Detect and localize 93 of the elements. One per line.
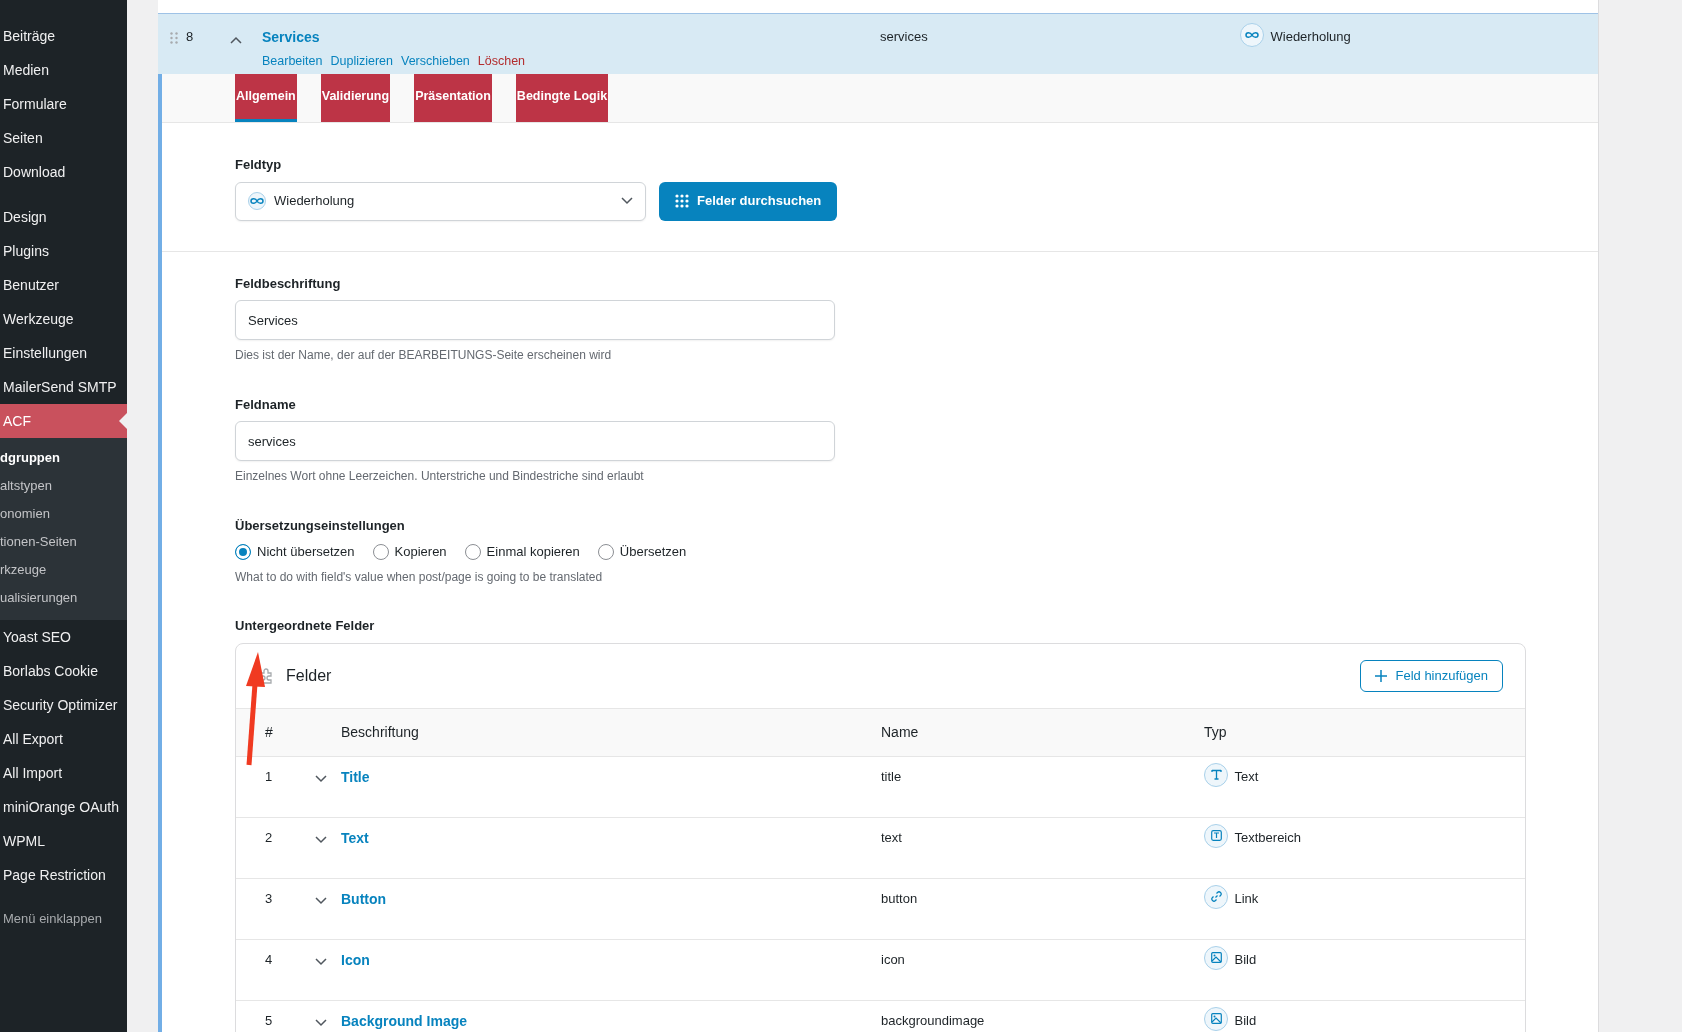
menu-item[interactable]: Beiträge: [0, 19, 127, 53]
radio-option[interactable]: Einmal kopieren: [464, 542, 580, 562]
collapse-menu-link[interactable]: Menü einklappen: [0, 903, 127, 935]
menu-item[interactable]: Benutzer: [0, 268, 127, 302]
card-title: Felder: [286, 665, 333, 686]
grid-icon: [675, 194, 689, 208]
menu-item[interactable]: Download: [0, 155, 127, 189]
submenu-item[interactable]: dgruppen: [0, 444, 127, 472]
field-label-link[interactable]: Icon: [341, 951, 370, 968]
menu-item[interactable]: Security Optimizer: [0, 688, 127, 722]
menu-item[interactable]: Yoast SEO: [0, 620, 127, 654]
column-header: Typ: [1204, 723, 1227, 740]
table-cell-text: Link: [1234, 889, 1259, 908]
submenu-item[interactable]: onomien: [0, 500, 127, 528]
menu-item[interactable]: Design: [0, 200, 127, 234]
table-cell: icon: [881, 951, 905, 967]
help-text: Einzelnes Wort ohne Leerzeichen. Unterstriche und Bindestriche sind erlaubt: [235, 468, 644, 485]
column-header: #: [265, 723, 273, 740]
field-label-link[interactable]: Button: [341, 890, 387, 907]
radio-option[interactable]: Kopieren: [372, 542, 447, 562]
menu-item[interactable]: Einstellungen: [0, 336, 127, 370]
menu-item[interactable]: Page Restriction: [0, 858, 127, 892]
table-cell: text: [881, 829, 902, 845]
menu-item[interactable]: miniOrange OAuth: [0, 790, 127, 824]
field-name: services: [880, 29, 928, 44]
field-label: Feldname: [235, 395, 296, 414]
image-icon: [1204, 1006, 1228, 1031]
text-input[interactable]: services: [235, 421, 835, 461]
field-label: Untergeordnete Felder: [235, 617, 375, 635]
menu-item[interactable]: Seiten: [0, 121, 127, 155]
field-label-link[interactable]: Title: [341, 768, 370, 785]
field-label: Feldtyp: [235, 156, 282, 174]
menu-item[interactable]: Plugins: [0, 234, 127, 268]
table-cell: 5: [265, 1012, 273, 1028]
text-box-icon: [1204, 823, 1228, 848]
tab[interactable]: Präsentation: [414, 74, 492, 122]
submenu-item[interactable]: rkzeuge: [0, 556, 127, 584]
link-icon: [1204, 884, 1228, 909]
tab[interactable]: Allgemein: [235, 74, 297, 122]
menu-item[interactable]: All Export: [0, 722, 127, 756]
submenu-item[interactable]: ualisierungen: [0, 584, 127, 612]
text-input[interactable]: Services: [235, 300, 835, 340]
table-cell-text: Bild: [1234, 1011, 1257, 1030]
chevron-down-icon: [621, 197, 633, 205]
tab[interactable]: Validierung: [320, 74, 391, 122]
add-field-button[interactable]: Feld hinzufügen: [1360, 659, 1503, 692]
table-cell: backgroundimage: [881, 1012, 985, 1028]
menu-item[interactable]: MailerSend SMTP: [0, 370, 127, 404]
field-type: Wiederholung: [1270, 28, 1351, 46]
radio-button[interactable]: [597, 543, 614, 560]
table-cell: 1: [265, 768, 273, 784]
table-cell-text: Textbereich: [1234, 828, 1301, 847]
menu-item[interactable]: ACF: [0, 404, 127, 438]
tab[interactable]: Bedingte Logik: [515, 74, 609, 122]
menu-item[interactable]: WPML: [0, 824, 127, 858]
table-cell: title: [881, 768, 902, 784]
text-icon: [1204, 762, 1228, 787]
radio-button[interactable]: [235, 543, 251, 560]
menu-item[interactable]: Werkzeuge: [0, 302, 127, 336]
field-label: Feldbeschriftung: [235, 274, 341, 293]
plus-icon: [1375, 669, 1388, 682]
radio-option[interactable]: Übersetzen: [597, 542, 687, 562]
field-label-link[interactable]: Background Image: [341, 1012, 468, 1029]
image-icon: [1204, 945, 1228, 970]
table-cell: 3: [265, 890, 273, 906]
order-number: 8: [186, 29, 194, 44]
field-label-link[interactable]: Text: [341, 829, 369, 846]
help-text: Dies ist der Name, der auf der BEARBEITUNGS-Seite erscheinen wird: [235, 347, 612, 364]
submenu-item[interactable]: tionen-Seiten: [0, 528, 127, 556]
menu-item[interactable]: Medien: [0, 53, 127, 87]
table-cell: 4: [265, 951, 273, 967]
field-label: Übersetzungseinstellungen: [235, 516, 405, 535]
radio-button[interactable]: [372, 543, 389, 560]
drag-handle-icon: [170, 31, 178, 44]
table-cell-text: Text: [1234, 767, 1259, 786]
table-cell: 2: [265, 829, 273, 845]
column-header: Beschriftung: [341, 723, 419, 740]
infinity-icon: [248, 192, 266, 210]
menu-item[interactable]: Borlabs Cookie: [0, 654, 127, 688]
help-text: What to do with field's value when post/page is going to be translated: [235, 568, 603, 586]
browse-fields-button[interactable]: Felder durchsuchen: [659, 181, 838, 221]
action-link[interactable]: Verschieben: [401, 54, 470, 68]
table-cell: button: [881, 890, 918, 906]
menu-item[interactable]: Formulare: [0, 87, 127, 121]
infinity-icon: [1240, 23, 1264, 47]
menu-item[interactable]: All Import: [0, 756, 127, 790]
action-link[interactable]: Löschen: [477, 54, 526, 68]
field-type-dropdown[interactable]: Wiederholung: [235, 181, 646, 221]
column-header: Name: [881, 723, 919, 740]
radio-option[interactable]: Nicht übersetzen: [235, 542, 355, 562]
radio-button[interactable]: [464, 543, 481, 560]
table-cell-text: Bild: [1234, 950, 1257, 969]
submenu-item[interactable]: altstypen: [0, 472, 127, 500]
